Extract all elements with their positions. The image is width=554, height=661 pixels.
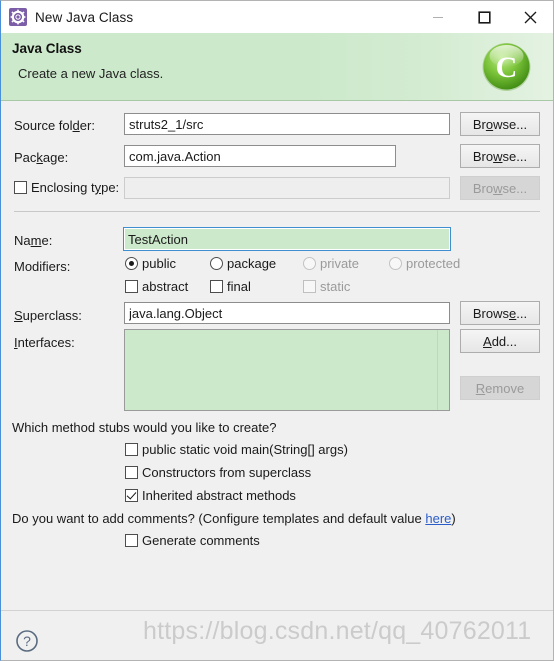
superclass-label: Superclass:	[14, 308, 82, 323]
maximize-icon[interactable]	[461, 1, 507, 33]
source-folder-browse-button[interactable]: Br o wse...	[460, 112, 540, 136]
enclosing-type-checkbox[interactable]	[14, 181, 27, 194]
radio-package-icon	[210, 257, 223, 270]
eclipse-class-logo: C	[479, 39, 534, 94]
radio-private-icon	[303, 257, 316, 270]
modifier-radio-private: private	[303, 256, 389, 271]
modifier-radio-public[interactable]: public	[125, 256, 210, 271]
package-label: Package:	[14, 150, 69, 165]
checkbox-inherited-icon	[125, 489, 138, 502]
checkbox-abstract-icon	[125, 280, 138, 293]
modifier-checkbox-abstract[interactable]: abstract	[125, 279, 210, 294]
help-icon[interactable]: ?	[15, 629, 39, 653]
modifier-package-label: package	[227, 256, 277, 271]
dialog-footer: ? Finish Cancel	[1, 610, 553, 660]
stub-checkbox-inherited[interactable]: Inherited abstract methods	[125, 488, 296, 503]
radio-public-icon	[125, 257, 138, 270]
configure-templates-link[interactable]: here	[425, 511, 451, 526]
stub-checkbox-constructors[interactable]: Constructors from superclass	[125, 465, 311, 480]
source-folder-input[interactable]	[124, 113, 450, 135]
name-label: Name:	[14, 233, 53, 248]
enclosing-type-browse-button: Bro w se...	[460, 176, 540, 200]
radio-protected-icon	[389, 257, 402, 270]
superclass-input[interactable]	[124, 302, 450, 324]
window-controls	[415, 1, 553, 33]
modifier-final-label: final	[227, 279, 251, 294]
title-bar: New Java Class	[1, 1, 553, 33]
superclass-browse-button[interactable]: Brows e...	[460, 301, 540, 325]
dialog-body: Source folder: Browse... Package: Browse…	[1, 102, 553, 610]
minimize-icon[interactable]	[415, 1, 461, 33]
interfaces-list[interactable]	[124, 329, 450, 411]
new-java-class-dialog: New Java Class Java Class Create a new J…	[0, 0, 554, 661]
name-input[interactable]	[123, 227, 451, 251]
interfaces-list-divider	[437, 330, 438, 410]
modifier-private-label: private	[320, 256, 360, 271]
interfaces-add-button[interactable]: Add...	[460, 329, 540, 353]
modifiers-label: Modifiers:	[14, 259, 71, 274]
checkbox-final-icon	[210, 280, 223, 293]
interfaces-label: Interfaces:	[14, 335, 75, 350]
generate-comments-label: Generate comments	[142, 533, 260, 548]
checkbox-constructors-icon	[125, 466, 138, 479]
window-title: New Java Class	[35, 9, 134, 25]
modifier-abstract-label: abstract	[142, 279, 189, 294]
method-stubs-question: Which method stubs would you like to cre…	[12, 420, 277, 435]
source-folder-label: Source folder:	[14, 118, 95, 133]
close-icon[interactable]	[507, 1, 553, 33]
enclosing-type-input	[124, 177, 450, 199]
generate-comments-checkbox[interactable]: Generate comments	[125, 533, 260, 548]
svg-text:C: C	[496, 51, 518, 84]
package-input[interactable]	[124, 145, 396, 167]
modifier-static-label: static	[320, 279, 351, 294]
page-subtitle: Create a new Java class.	[18, 66, 164, 81]
modifier-checkbox-final[interactable]: final	[210, 279, 303, 294]
divider-1	[14, 211, 540, 212]
stub-inherited-label: Inherited abstract methods	[142, 488, 296, 503]
interfaces-remove-button: Remove	[460, 376, 540, 400]
comments-question: Do you want to add comments? (Configure …	[12, 511, 456, 526]
checkbox-generate-comments-icon	[125, 534, 138, 547]
dialog-header: Java Class Create a new Java class. C	[1, 33, 553, 101]
package-browse-button[interactable]: Bro w se...	[460, 144, 540, 168]
checkbox-main-icon	[125, 443, 138, 456]
svg-text:?: ?	[23, 633, 31, 649]
comments-question-prefix: Do you want to add comments? (Configure …	[12, 511, 426, 526]
stub-checkbox-main[interactable]: public static void main(String[] args)	[125, 442, 348, 457]
java-class-icon	[9, 8, 27, 26]
modifier-public-label: public	[142, 256, 176, 271]
modifier-radio-protected: protected	[389, 256, 460, 271]
enclosing-type-label: Enclosing type:	[31, 180, 120, 195]
checkbox-static-icon	[303, 280, 316, 293]
comments-question-suffix: )	[451, 511, 456, 526]
stub-constructors-label: Constructors from superclass	[142, 465, 312, 480]
modifier-radio-package[interactable]: package	[210, 256, 303, 271]
modifier-protected-label: protected	[406, 256, 461, 271]
modifier-checkbox-static: static	[303, 279, 350, 294]
page-title: Java Class	[12, 41, 82, 56]
stub-main-label: public static void main(String[] args)	[142, 442, 348, 457]
